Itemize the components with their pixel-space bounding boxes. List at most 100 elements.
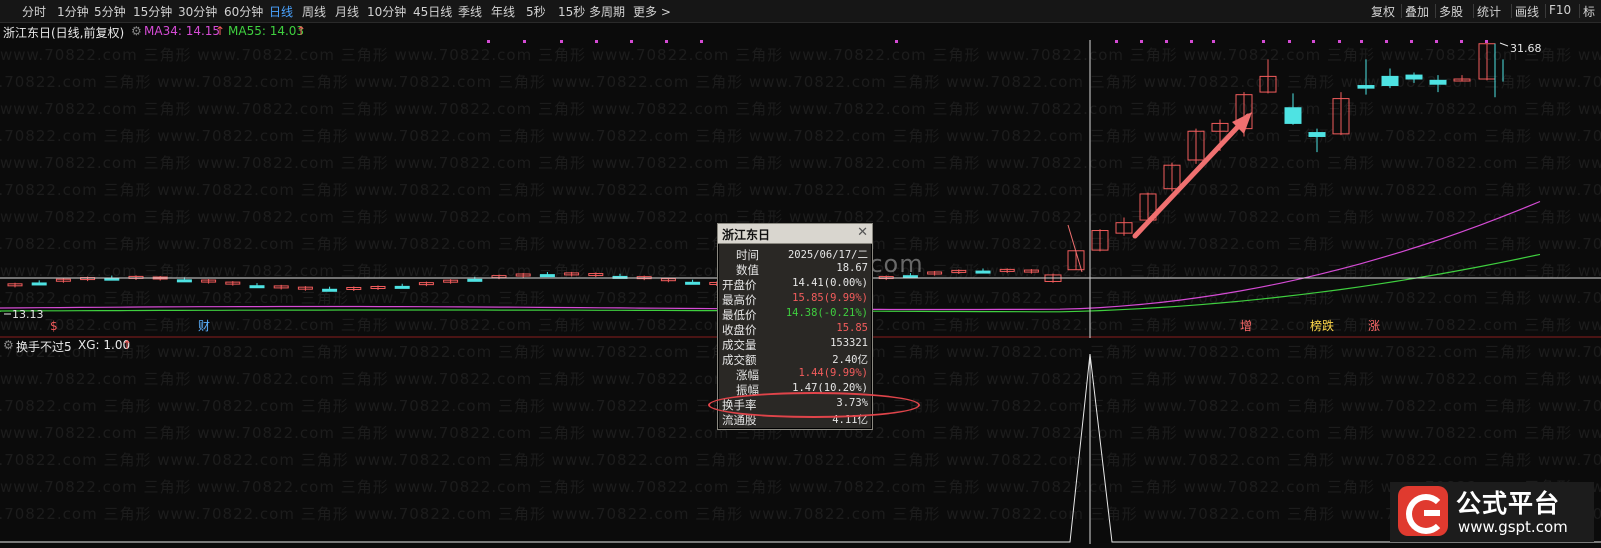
toolbar-item-5[interactable]: 60分钟 [224, 3, 263, 20]
close-icon[interactable]: ✕ [857, 225, 868, 240]
period-toolbar: 分时 1分钟 5分钟 15分钟 30分钟 60分钟 日线 周线 月线 10分钟 45日线 季线 年线 5秒… [0, 0, 1601, 23]
tooltip-row: 成交量 153321 [718, 337, 872, 352]
signal-dot [1115, 40, 1118, 43]
event-marker[interactable]: 榜跌 [1310, 318, 1334, 333]
toolbar-item-4[interactable]: 30分钟 [178, 3, 217, 20]
signal-dot [1460, 40, 1463, 43]
toolbar-right-4[interactable]: 画线 [1515, 3, 1539, 20]
settings-icon[interactable]: ⚙ [3, 338, 14, 352]
toolbar-right-3[interactable]: 统计 [1477, 3, 1501, 20]
tooltip-row-label: 开盘价 [722, 278, 757, 292]
trend-arrow [1132, 113, 1251, 239]
signal-dot [1485, 40, 1488, 43]
toolbar-separator [1511, 4, 1512, 18]
tooltip-header[interactable]: 浙江东日 ✕ [718, 224, 872, 244]
toolbar-separator [1473, 4, 1474, 18]
tooltip-row-value: 14.38(-0.21%) [785, 307, 868, 319]
tooltip-row-value: 2.40亿 [832, 354, 868, 366]
signal-dot [895, 40, 898, 43]
event-marker[interactable]: 财 [198, 319, 210, 333]
toolbar-right-0[interactable]: 复权 [1371, 3, 1395, 20]
event-marker[interactable]: 涨 [1368, 318, 1380, 333]
signal-dot [1435, 40, 1438, 43]
tooltip-row: 时间 2025/06/17/二 [718, 247, 872, 262]
signal-dot [1165, 40, 1168, 43]
toolbar-item-11[interactable]: 季线 [458, 3, 482, 20]
toolbar-item-0[interactable]: 分时 [22, 3, 46, 20]
signal-dot [1212, 40, 1215, 43]
tooltip-row: 收盘价 15.85 [718, 322, 872, 337]
event-marker[interactable]: 增 [1240, 319, 1252, 333]
main-chart-info-row: 浙江东日(日线,前复权) ⚙ MA34: 14.15 ↑ MA55: 14.03… [0, 23, 1601, 40]
toolbar-separator [1435, 4, 1436, 18]
high-price-label: 31.68 [1510, 42, 1542, 55]
logo-text: 公式平台 [1456, 489, 1561, 518]
tooltip-row: 成交额 2.40亿 [718, 352, 872, 367]
toolbar-item-6[interactable]: 日线 [269, 3, 293, 20]
candle [1308, 132, 1326, 137]
toolbar-item-8[interactable]: 月线 [335, 3, 359, 20]
candle [1405, 74, 1423, 80]
toolbar-item-13[interactable]: 5秒 [526, 3, 546, 20]
signal-dot [700, 40, 703, 43]
toolbar-item-16[interactable]: 更多 > [633, 3, 671, 20]
candle [322, 288, 338, 292]
candle [31, 282, 47, 286]
sub-chart-info-row: ⚙ 换手不过5 XG: 1.00 ↑ [0, 338, 600, 354]
low-price-label: 13.13 [12, 308, 44, 321]
candle [975, 270, 991, 274]
signal-dot [1262, 40, 1265, 43]
candle [539, 274, 555, 278]
tooltip-row: 涨幅 1.44(9.99%) [718, 367, 872, 382]
toolbar-item-12[interactable]: 年线 [491, 3, 515, 20]
candle [1357, 85, 1375, 89]
candle [685, 281, 701, 285]
toolbar-separator [1401, 4, 1402, 18]
logo-url: www.gspt.com [1458, 518, 1568, 536]
annotation-line [1067, 224, 1083, 273]
toolbar-item-2[interactable]: 5分钟 [94, 3, 126, 20]
tooltip-row-value: 15.85(9.99%) [792, 292, 868, 304]
tooltip-row-label: 时间 [736, 248, 759, 262]
candle [249, 285, 265, 289]
tooltip-row-label: 数值 [736, 263, 759, 277]
toolbar-item-10[interactable]: 45日线 [413, 3, 452, 20]
signal-dot [1338, 40, 1341, 43]
logo-g-icon [1398, 486, 1448, 536]
toolbar-item-9[interactable]: 10分钟 [367, 3, 406, 20]
ma34-arrow-icon: ↑ [215, 24, 226, 38]
signal-dot [1360, 40, 1363, 43]
ma34-label: MA34: 14.15 [144, 24, 221, 38]
signal-dot [1385, 40, 1388, 43]
signal-dot [560, 40, 563, 43]
toolbar-item-7[interactable]: 周线 [302, 3, 326, 20]
signal-dot [1140, 40, 1143, 43]
high-price-pointer [1499, 42, 1509, 47]
signal-dot [665, 40, 668, 43]
toolbar-separator [1579, 4, 1580, 18]
tooltip-title: 浙江东日 [722, 228, 771, 242]
event-marker[interactable]: $ [50, 319, 58, 333]
toolbar-item-3[interactable]: 15分钟 [133, 3, 172, 20]
toolbar-item-15[interactable]: 多周期 [589, 3, 625, 20]
candle [1284, 107, 1302, 124]
toolbar-right-2[interactable]: 多股 [1439, 3, 1463, 20]
toolbar-right-6[interactable]: 标 [1583, 3, 1595, 20]
candle [467, 278, 483, 282]
settings-icon[interactable]: ⚙ [131, 24, 142, 38]
tooltip-row-value: 153321 [830, 337, 868, 349]
tooltip-row-value: 18.67 [836, 262, 868, 274]
toolbar-right-1[interactable]: 叠加 [1405, 3, 1429, 20]
xg-arrow-icon: ↑ [122, 338, 133, 352]
toolbar-item-14[interactable]: 15秒 [558, 3, 585, 20]
tooltip-row-label: 成交额 [722, 353, 757, 367]
signal-dot [630, 40, 633, 43]
signal-dot [523, 40, 526, 43]
chart-title: 浙江东日(日线,前复权) [3, 26, 125, 40]
tooltip-row-value: 2025/06/17/二 [787, 249, 868, 261]
signal-dot [1410, 40, 1413, 43]
toolbar-item-1[interactable]: 1分钟 [57, 3, 89, 20]
ma55-arrow-icon: ↑ [296, 24, 307, 38]
platform-logo: 公式平台 www.gspt.com [1390, 482, 1594, 542]
toolbar-right-5[interactable]: F10 [1549, 3, 1571, 17]
